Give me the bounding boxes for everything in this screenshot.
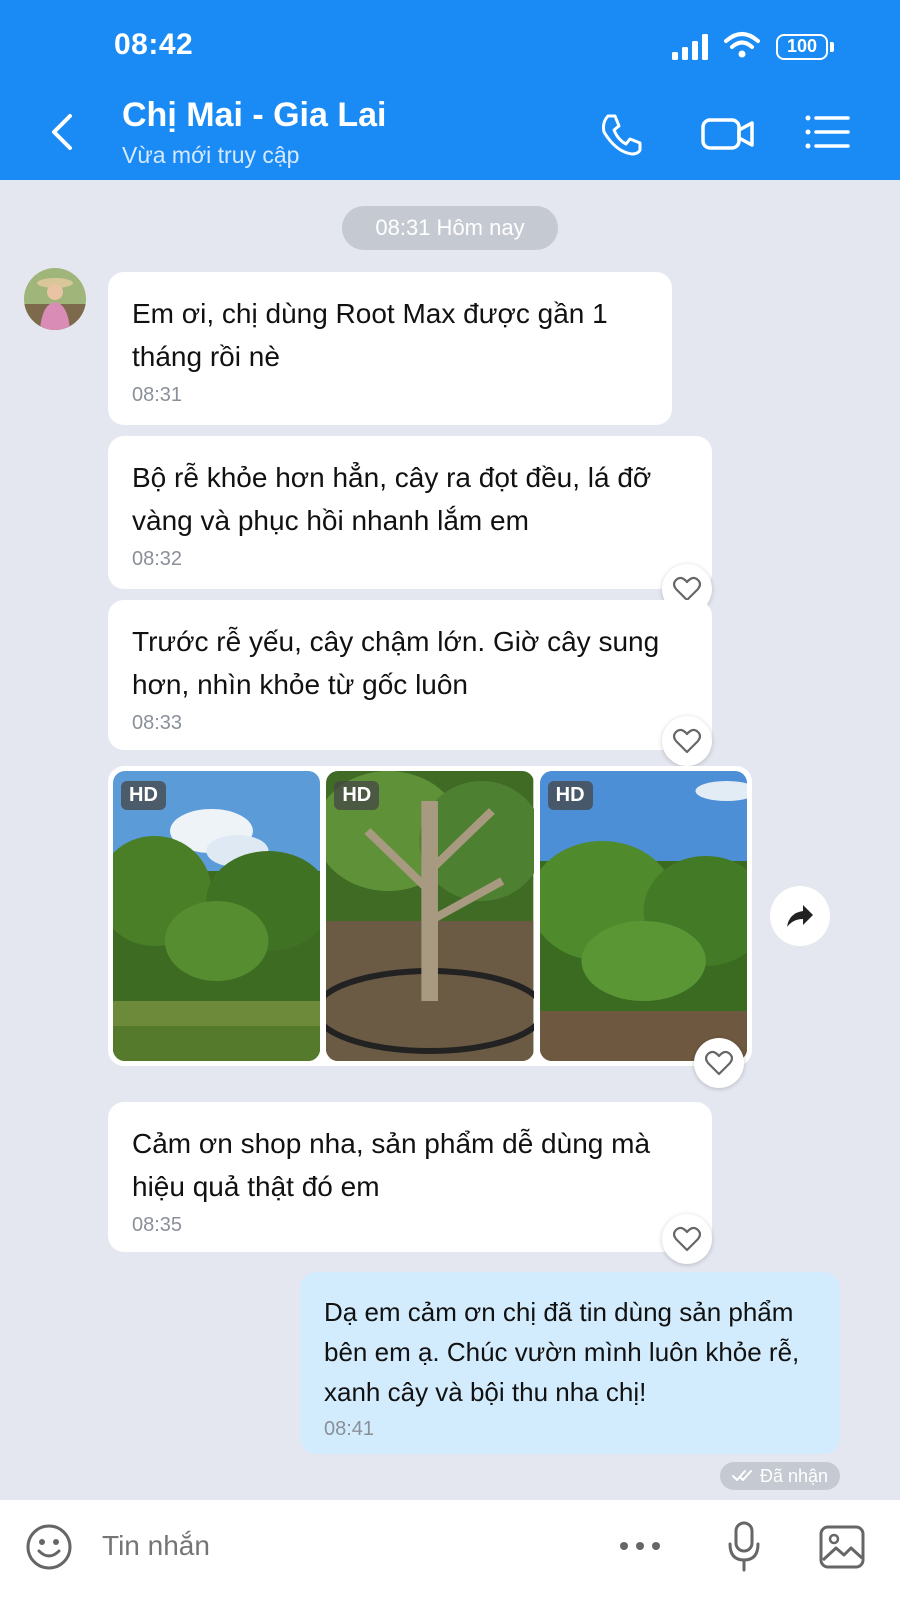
message-bubble[interactable]: Trước rễ yếu, cây chậm lớn. Giờ cây sung… xyxy=(108,600,712,750)
more-dots-icon[interactable] xyxy=(618,1536,662,1556)
message-time: 08:32 xyxy=(132,548,183,570)
contact-status: Vừa mới truy cập xyxy=(122,142,300,168)
hd-badge: HD xyxy=(334,781,380,810)
heart-icon[interactable] xyxy=(662,716,712,766)
photo-album: HD HD HD xyxy=(108,766,752,1066)
message-time: 08:41 xyxy=(324,1418,375,1440)
photo-thumbnail[interactable]: HD xyxy=(539,771,747,1061)
message-bubble[interactable]: Cảm ơn shop nha, sản phẩm dễ dùng mà hiệ… xyxy=(108,1102,712,1252)
battery-indicator: 100 xyxy=(776,34,828,60)
message-time: 08:33 xyxy=(132,712,183,734)
battery-tip xyxy=(830,42,834,52)
message-text: Dạ em cảm ơn chị đã tin dùng sản phẩm bê… xyxy=(324,1297,800,1407)
message-bubble[interactable]: Bộ rễ khỏe hơn hẳn, cây ra đọt đều, lá đ… xyxy=(108,436,712,589)
wifi-icon xyxy=(724,32,760,58)
photo-thumbnail[interactable]: HD xyxy=(326,771,534,1061)
delivery-status-text: Đã nhận xyxy=(759,1466,829,1486)
message-time: 08:31 xyxy=(132,384,183,406)
message-bubble[interactable]: Em ơi, chị dùng Root Max được gần 1 thán… xyxy=(108,272,672,425)
chat-header: 08:42 100 Chị Mai - Gia Lai Vừa mới truy… xyxy=(0,0,900,180)
status-time: 08:42 xyxy=(114,28,194,61)
cellular-signal-icon xyxy=(672,34,712,60)
heart-icon[interactable] xyxy=(694,1038,744,1088)
message-input[interactable] xyxy=(102,1530,502,1562)
video-camera-icon[interactable] xyxy=(700,114,756,154)
back-arrow-icon[interactable] xyxy=(44,110,84,154)
hd-badge: HD xyxy=(547,781,593,810)
contact-name[interactable]: Chị Mai - Gia Lai xyxy=(122,96,386,135)
share-arrow-icon[interactable] xyxy=(770,886,830,946)
menu-icon[interactable] xyxy=(804,112,850,152)
message-time: 08:35 xyxy=(132,1214,183,1236)
date-divider: 08:31 Hôm nay xyxy=(342,206,558,250)
double-check-icon xyxy=(731,1470,752,1481)
message-text: Em ơi, chị dùng Root Max được gần 1 thán… xyxy=(132,298,608,372)
message-text: Trước rễ yếu, cây chậm lớn. Giờ cây sung… xyxy=(132,626,660,700)
emoji-icon[interactable] xyxy=(24,1522,74,1572)
photo-thumbnail[interactable]: HD xyxy=(113,771,321,1061)
heart-icon[interactable] xyxy=(662,1214,712,1264)
orchard-row-photo xyxy=(539,771,747,1061)
image-icon[interactable] xyxy=(818,1524,866,1570)
microphone-icon[interactable] xyxy=(726,1520,762,1574)
hd-badge: HD xyxy=(121,781,166,810)
my-message-bubble[interactable]: Dạ em cảm ơn chị đã tin dùng sản phẩm bê… xyxy=(300,1272,840,1454)
tree-trunk-photo xyxy=(326,771,534,1061)
orchard-photo xyxy=(113,771,321,1061)
phone-icon[interactable] xyxy=(598,110,646,158)
message-text: Cảm ơn shop nha, sản phẩm dễ dùng mà hiệ… xyxy=(132,1128,651,1202)
delivery-status: Đã nhận xyxy=(720,1462,840,1490)
message-text: Bộ rễ khỏe hơn hẳn, cây ra đọt đều, lá đ… xyxy=(132,462,652,536)
avatar[interactable] xyxy=(24,268,86,330)
message-input-bar xyxy=(0,1500,900,1599)
battery-level: 100 xyxy=(786,36,818,56)
